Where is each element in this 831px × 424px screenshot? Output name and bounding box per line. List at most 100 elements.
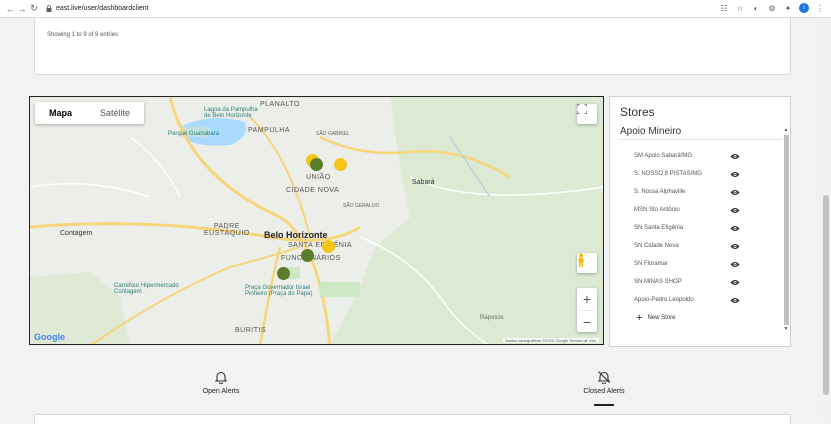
fullscreen-button[interactable] xyxy=(577,104,597,124)
plus-icon: + xyxy=(636,312,643,324)
store-marker-green[interactable] xyxy=(277,267,290,280)
bell-off-icon xyxy=(597,371,611,384)
eye-icon[interactable] xyxy=(730,153,740,160)
store-name: SN MINAS SHOP xyxy=(634,279,682,285)
map-label: PADRE EUSTÁQUIO xyxy=(204,223,250,237)
stores-scroll-thumb[interactable] xyxy=(784,135,789,325)
zoom-control: + − xyxy=(577,288,597,332)
store-name: SN Santa Efigênia xyxy=(634,225,684,231)
store-row: SM Apoio Sabará/MG xyxy=(634,149,754,163)
extension-icon[interactable]: ◐ xyxy=(751,3,761,13)
stores-scrollbar[interactable]: ▲ ▼ xyxy=(783,127,789,332)
alerts-card xyxy=(34,414,791,424)
store-row: SN MINAS SHOP xyxy=(634,275,754,289)
browser-toolbar: ← → ↻ east.live/user/dashboardclient ☷ ☆… xyxy=(0,0,831,18)
forward-icon[interactable]: → xyxy=(16,4,28,14)
entries-table-card: Showing 1 to 9 of 9 entries xyxy=(34,18,791,75)
fullscreen-icon xyxy=(577,104,587,114)
map-label: PLANALTO xyxy=(260,101,300,108)
map-label: Parque Guanabara xyxy=(168,131,220,137)
divider xyxy=(620,139,782,140)
scroll-up-icon[interactable]: ▲ xyxy=(783,127,789,133)
store-row: SN Santa Efigênia xyxy=(634,221,754,235)
map-label: Lagoa da Pampulha de Belo Horizonte xyxy=(204,107,258,119)
store-name: MSN Sto Antônio xyxy=(634,207,680,213)
google-logo: Google xyxy=(34,332,65,342)
map-label: BURITIS xyxy=(235,327,267,334)
store-row: SN Floramar xyxy=(634,257,754,271)
store-row: MSN Sto Antônio xyxy=(634,203,754,217)
store-marker-green[interactable] xyxy=(310,158,323,171)
eye-icon[interactable] xyxy=(730,279,740,286)
stores-title: Stores xyxy=(620,105,655,119)
map-label: Praça Governador Israel Pinheiro (Praça … xyxy=(245,285,313,297)
zoom-out-button[interactable]: − xyxy=(577,311,597,333)
store-marker-yellow[interactable] xyxy=(334,158,347,171)
map-label: SÃO GERALDO xyxy=(343,203,380,209)
map-label: SÃO GABRIEL xyxy=(316,131,350,137)
scroll-down-icon[interactable]: ▼ xyxy=(783,326,789,332)
store-name: SN Floramar xyxy=(634,261,669,267)
store-name: S. NOSSO 8 PISTAS/MG xyxy=(634,171,702,177)
map-label: Raposos xyxy=(480,315,504,321)
tab-open-alerts[interactable]: Open Alerts xyxy=(171,370,271,395)
stores-list: Apoio Mineiro SM Apoio Sabará/MG S. NOSSO… xyxy=(610,121,791,341)
stores-panel: Stores Apoio Mineiro SM Apoio Sabará/MG S… xyxy=(609,96,791,347)
store-name: SM Apoio Sabará/MG xyxy=(634,153,693,159)
lock-icon xyxy=(46,5,52,12)
eye-icon[interactable] xyxy=(730,297,740,304)
menu-icon[interactable]: ⋮ xyxy=(815,3,825,13)
store-marker-yellow[interactable] xyxy=(322,240,335,253)
store-name: Apoio-Pedro Leopoldo xyxy=(634,297,694,303)
map-type-control: Mapa Satélite xyxy=(35,102,145,124)
store-name: S. Nossa Alphaville xyxy=(634,189,686,195)
map[interactable]: Mapa Satélite PLANALTO Lagoa da Pampulha… xyxy=(29,96,604,345)
table-info: Showing 1 to 9 of 9 entries xyxy=(47,32,119,38)
page-scrollbar[interactable] xyxy=(821,18,831,422)
map-label: UNIÃO xyxy=(306,174,331,181)
map-label: Belo Horizonte xyxy=(264,230,328,240)
back-icon[interactable]: ← xyxy=(4,4,16,14)
store-marker-green[interactable] xyxy=(301,249,314,262)
map-type-satellite-button[interactable]: Satélite xyxy=(86,102,144,124)
star-icon[interactable]: ☆ xyxy=(735,3,745,13)
bell-icon xyxy=(214,371,228,384)
pegman-icon xyxy=(578,253,584,267)
map-label: SANTA EFIGÊNIA xyxy=(288,242,353,249)
tab-closed-alerts[interactable]: Closed Alerts xyxy=(554,370,654,406)
eye-icon[interactable] xyxy=(730,189,740,196)
address-bar[interactable]: east.live/user/dashboardclient xyxy=(46,3,149,15)
tab-label: Closed Alerts xyxy=(583,388,625,395)
map-label: Sabará xyxy=(412,179,435,186)
page-scroll-thumb[interactable] xyxy=(823,195,829,395)
map-type-map-button[interactable]: Mapa xyxy=(35,102,86,124)
reload-icon[interactable]: ↻ xyxy=(28,3,40,14)
map-attribution[interactable]: Dados cartográficos ©2020 Google Termos … xyxy=(502,338,599,343)
eye-icon[interactable] xyxy=(730,243,740,250)
new-store-label: New Store xyxy=(647,315,676,321)
street-view-button[interactable] xyxy=(577,253,597,273)
settings-extension-icon[interactable]: ⚙ xyxy=(767,3,777,13)
store-row: SN Cidade Nova xyxy=(634,239,754,253)
map-label: Carrefour Hipermercado Contagem xyxy=(114,283,179,295)
map-label: CIDADE NOVA xyxy=(286,187,340,194)
url-text: east.live/user/dashboardclient xyxy=(56,5,149,12)
company-name: Apoio Mineiro xyxy=(620,126,682,137)
eye-icon[interactable] xyxy=(730,207,740,214)
avatar[interactable]: i xyxy=(799,3,809,13)
eye-icon[interactable] xyxy=(730,225,740,232)
new-store-button[interactable]: + New Store xyxy=(636,312,676,324)
store-name: SN Cidade Nova xyxy=(634,243,679,249)
map-label: Contagem xyxy=(60,230,93,237)
store-row: Apoio-Pedro Leopoldo xyxy=(634,293,754,307)
store-row: S. Nossa Alphaville xyxy=(634,185,754,199)
eye-icon[interactable] xyxy=(730,171,740,178)
translate-icon[interactable]: ☷ xyxy=(719,3,729,13)
map-label: PAMPULHA xyxy=(248,127,290,134)
active-tab-indicator xyxy=(594,404,614,406)
eye-icon[interactable] xyxy=(730,261,740,268)
store-row: S. NOSSO 8 PISTAS/MG xyxy=(634,167,754,181)
tab-label: Open Alerts xyxy=(202,388,240,395)
zoom-in-button[interactable]: + xyxy=(577,288,597,310)
puzzle-icon[interactable]: ✦ xyxy=(783,3,793,13)
